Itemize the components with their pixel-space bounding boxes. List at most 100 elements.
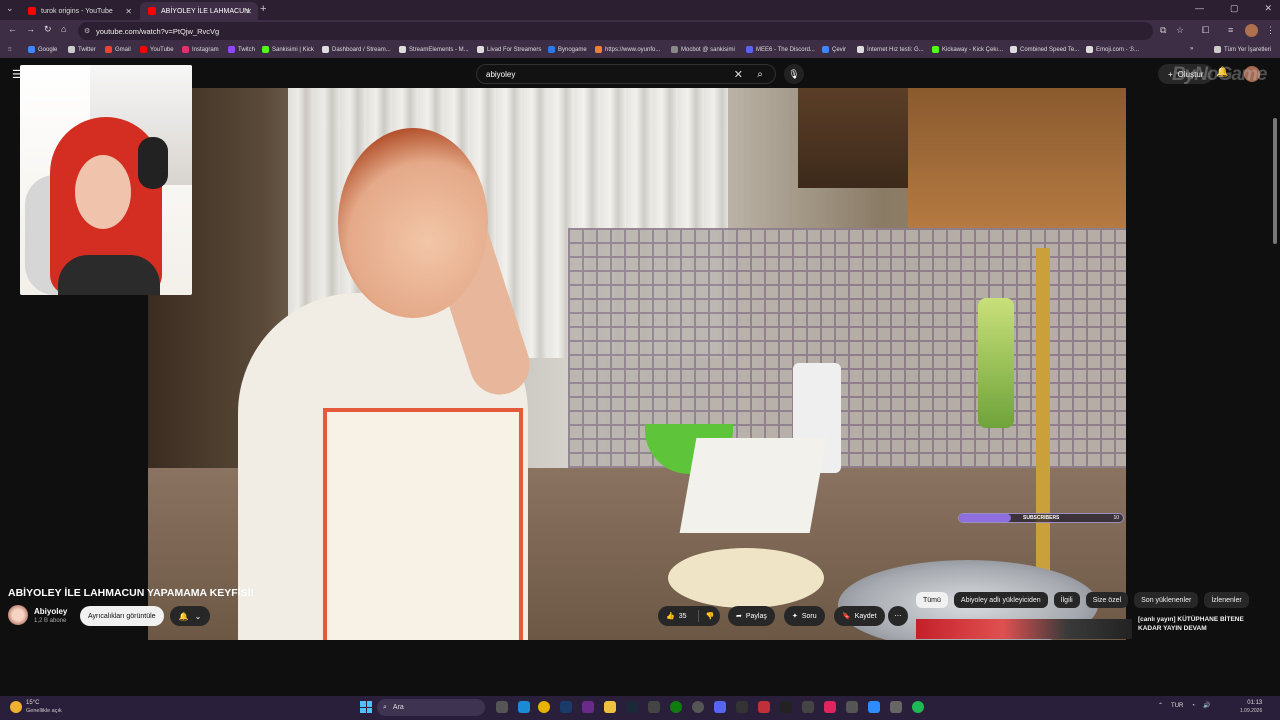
video-player[interactable]: SUBSCRIBERS 10 xyxy=(148,88,1126,640)
wifi-icon[interactable]: ◔ xyxy=(1191,703,1195,709)
app-icon[interactable] xyxy=(648,701,660,713)
spotify-icon[interactable] xyxy=(912,701,924,713)
bookmark-item[interactable]: https://www.oyunfo... xyxy=(595,46,660,53)
discord-icon[interactable] xyxy=(714,701,726,713)
chip-recently-uploaded[interactable]: Son yüklenenler xyxy=(1134,592,1199,608)
bookmark-item[interactable]: Livad For Streamers xyxy=(477,46,541,53)
forward-icon[interactable]: → xyxy=(26,24,35,34)
search-button[interactable]: ⌕ xyxy=(745,64,775,84)
all-bookmarks[interactable]: Tüm Yer İşaretleri xyxy=(1214,46,1271,53)
subscription-notify-button[interactable]: 🔔 ⌄ xyxy=(170,606,210,626)
save-button[interactable]: 🔖 Kaydet xyxy=(834,606,885,626)
chip-for-you[interactable]: Size özel xyxy=(1085,592,1129,608)
new-tab-button[interactable]: + xyxy=(260,3,266,15)
channel-avatar[interactable] xyxy=(8,605,28,625)
search-input[interactable]: abiyoley ✕ ⌕ xyxy=(476,64,776,84)
bookmark-item[interactable]: Dashboard / Stream... xyxy=(322,46,391,53)
bookmark-item[interactable]: Kickaway - Kick Çekı... xyxy=(932,46,1003,53)
maximize-icon[interactable]: ▢ xyxy=(1230,3,1239,14)
task-view-icon[interactable] xyxy=(496,701,508,713)
obs-icon[interactable] xyxy=(692,701,704,713)
weather-temperature[interactable]: 15°C xyxy=(26,700,39,706)
clear-search-icon[interactable]: ✕ xyxy=(734,68,743,81)
taskbar-search[interactable]: ⌕ Ara xyxy=(377,699,485,716)
chip-related[interactable]: İlgili xyxy=(1053,592,1080,608)
address-bar[interactable]: ⚙ youtube.com/watch?v=PtQjw_RvcVg xyxy=(78,22,1153,40)
browser-profile-avatar[interactable] xyxy=(1245,24,1258,37)
language-indicator[interactable]: TUR xyxy=(1171,703,1183,709)
chrome-icon[interactable] xyxy=(538,701,550,713)
page-icon xyxy=(1086,46,1093,53)
xbox-icon[interactable] xyxy=(670,701,682,713)
bookmark-item[interactable]: Twitch xyxy=(228,46,255,53)
extensions-icon[interactable]: ⧠ xyxy=(1202,25,1209,36)
bookmark-item[interactable]: MEE6 - The Discord... xyxy=(746,46,815,53)
media-icon[interactable]: ≡ xyxy=(1228,25,1233,35)
thumbs-down-icon: 👎 xyxy=(705,613,715,620)
bookmark-item[interactable]: Combined Speed Te... xyxy=(1010,46,1079,53)
voice-search-button[interactable]: 🎙 xyxy=(784,64,804,84)
bookmark-item[interactable]: Mocbot @ sankisimi xyxy=(671,46,735,53)
weather-sun-icon[interactable] xyxy=(10,701,22,713)
app-icon[interactable] xyxy=(758,701,770,713)
back-icon[interactable]: ← xyxy=(8,24,17,34)
clock-time: 01:13 xyxy=(1247,700,1263,706)
tiktok-icon[interactable] xyxy=(824,701,836,713)
reload-icon[interactable]: ↻ xyxy=(44,24,52,35)
taskbar-clock[interactable]: 01:13 1.09.2026 xyxy=(1240,699,1262,715)
apps-grid-icon[interactable]: ⁝⁝ xyxy=(8,46,12,53)
close-window-icon[interactable]: ✕ xyxy=(1264,3,1272,14)
zoom-icon[interactable] xyxy=(868,701,880,713)
video-cabinet xyxy=(908,88,1126,228)
more-bookmarks-icon[interactable]: » xyxy=(1190,46,1193,52)
minimize-icon[interactable]: — xyxy=(1195,3,1204,14)
browser-tab[interactable]: turok origins - YouTube ✕ xyxy=(20,2,138,20)
tab-search-icon[interactable]: ⌄ xyxy=(6,3,14,14)
share-button[interactable]: ➦ Paylaş xyxy=(728,606,775,626)
bookmark-item[interactable]: Sankisimi | Kick xyxy=(262,46,314,53)
bookmark-item[interactable]: İnternet Hız testi: G... xyxy=(857,46,924,53)
bookmark-item[interactable]: Instagram xyxy=(182,46,219,53)
file-explorer-icon[interactable] xyxy=(604,701,616,713)
page-scrollbar[interactable] xyxy=(1273,118,1277,244)
close-tab-icon[interactable]: ✕ xyxy=(245,7,252,16)
dislike-button[interactable]: 👎 xyxy=(704,606,716,626)
app-icon[interactable] xyxy=(802,701,814,713)
recommended-video-title[interactable]: [canlı yayın] KÜTÜPHANE BİTENE KADAR YAY… xyxy=(1138,615,1268,633)
chevron-up-icon[interactable]: ⌃ xyxy=(1158,702,1163,709)
bookmark-item[interactable]: Bynogame xyxy=(548,46,587,53)
more-actions-button[interactable]: ⋯ xyxy=(888,606,908,626)
windows-start-icon[interactable] xyxy=(360,701,372,713)
chip-from-uploader[interactable]: Abiyoley adlı yükleyiciden xyxy=(953,592,1048,608)
edge-icon[interactable] xyxy=(518,701,530,713)
channel-name[interactable]: Abiyoley xyxy=(34,607,67,616)
bookmark-item[interactable]: YouTube xyxy=(140,46,174,53)
bookmark-item[interactable]: StreamElements - M... xyxy=(399,46,469,53)
page-icon xyxy=(477,46,484,53)
app-icon[interactable] xyxy=(736,701,748,713)
steam-icon[interactable] xyxy=(626,701,638,713)
bookmark-star-icon[interactable]: ☆ xyxy=(1176,25,1184,36)
bookmark-item[interactable]: Emoji.com - ℬ... xyxy=(1086,46,1139,53)
bookmark-item[interactable]: Gmail xyxy=(105,46,131,53)
home-icon[interactable]: ⌂ xyxy=(61,24,66,34)
volume-icon[interactable]: 🔊 xyxy=(1203,702,1210,709)
photoshop-icon[interactable] xyxy=(560,701,572,713)
ask-button[interactable]: ✦ Soru xyxy=(784,606,825,626)
recommended-video-thumbnail[interactable] xyxy=(916,619,1132,639)
site-info-icon[interactable]: ⚙ xyxy=(84,27,90,35)
app-icon[interactable] xyxy=(846,701,858,713)
join-button[interactable]: Ayrıcalıkları görüntüle xyxy=(80,606,164,626)
browser-tab-active[interactable]: ABİYOLEY İLE LAHMACUN ✕ xyxy=(140,2,258,20)
menu-dots-icon[interactable]: ⋮ xyxy=(1266,25,1275,36)
cast-icon[interactable]: ⧉ xyxy=(1160,25,1166,36)
chip-watched[interactable]: İzlenenler xyxy=(1204,592,1249,608)
bookmark-item[interactable]: Twitter xyxy=(68,46,96,53)
app-icon[interactable] xyxy=(780,701,792,713)
app-icon[interactable] xyxy=(890,701,902,713)
close-tab-icon[interactable]: ✕ xyxy=(125,7,132,16)
chip-all[interactable]: Tümü xyxy=(916,592,948,608)
bookmark-item[interactable]: Google xyxy=(28,46,57,53)
bookmark-item[interactable]: Çevir xyxy=(822,46,846,53)
premiere-icon[interactable] xyxy=(582,701,594,713)
